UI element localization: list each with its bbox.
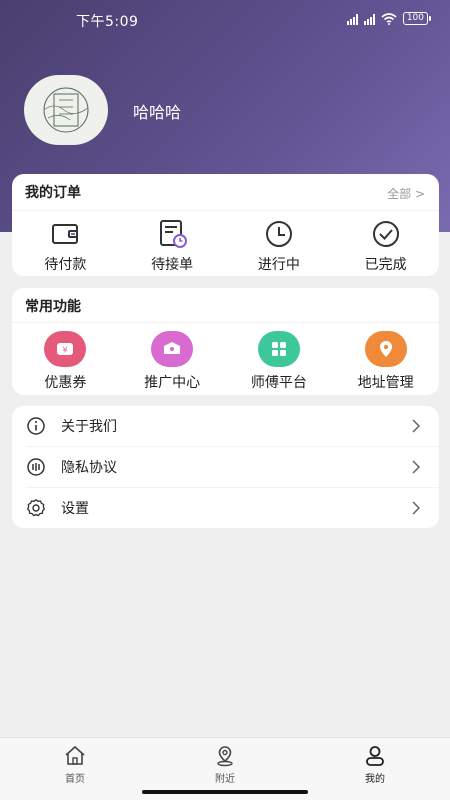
settings-list-card: 关于我们 隐私协议 设置 [12, 406, 439, 528]
order-status-label: 待接单 [151, 257, 194, 273]
wifi-icon [381, 12, 397, 25]
user-icon [366, 746, 384, 766]
order-status-label: 已完成 [364, 257, 407, 273]
order-status-label: 进行中 [257, 257, 300, 273]
function-label: 推广中心 [144, 375, 201, 391]
function-coupons[interactable]: ¥ 优惠券 [12, 331, 119, 392]
function-master-platform[interactable]: 师傅平台 [226, 331, 333, 392]
tab-label: 附近 [215, 774, 235, 785]
common-functions-card: 常用功能 ¥ 优惠券 推广中心 师傅平台 地址管理 [12, 288, 439, 395]
tab-label: 首页 [65, 774, 85, 785]
order-status-row: 待付款 待接单 进行中 已完成 [12, 218, 439, 274]
grid-icon [257, 331, 300, 367]
avatar-logo-icon [43, 87, 89, 133]
battery-indicator: 100 [402, 12, 432, 25]
settings-label: 设置 [61, 501, 89, 517]
home-indicator[interactable] [142, 790, 308, 794]
order-status-completed[interactable]: 已完成 [332, 218, 439, 274]
order-status-pending-payment[interactable]: 待付款 [12, 218, 119, 274]
home-icon [65, 745, 85, 765]
order-status-label: 待付款 [44, 257, 87, 273]
divider [12, 322, 439, 323]
about-us-item[interactable]: 关于我们 [12, 406, 439, 446]
info-icon [27, 417, 45, 435]
username: 哈哈哈 [133, 103, 182, 122]
svg-text:¥: ¥ [63, 346, 68, 355]
function-promotion-center[interactable]: 推广中心 [119, 331, 226, 392]
function-label: 师傅平台 [250, 375, 307, 391]
coupon-icon: ¥ [44, 331, 87, 367]
tab-home[interactable]: 首页 [45, 744, 105, 785]
wallet-icon [52, 224, 79, 244]
functions-title: 常用功能 [25, 299, 81, 315]
promotion-icon [151, 331, 194, 367]
chevron-right-icon [412, 460, 421, 474]
order-status-awaiting-acceptance[interactable]: 待接单 [119, 218, 226, 274]
privacy-icon [27, 458, 45, 476]
functions-row: ¥ 优惠券 推广中心 师傅平台 地址管理 [12, 331, 439, 392]
map-pin-icon [217, 746, 233, 767]
settings-item[interactable]: 设置 [12, 488, 439, 528]
about-us-label: 关于我们 [61, 419, 117, 435]
privacy-policy-label: 隐私协议 [61, 460, 117, 476]
function-address-management[interactable]: 地址管理 [332, 331, 439, 392]
clock-icon [265, 221, 292, 247]
location-pin-icon [364, 331, 407, 367]
cell-signal-icon [346, 13, 358, 25]
divider [12, 210, 439, 211]
function-label: 优惠券 [44, 375, 87, 391]
status-bar: 下午5:09 100 [0, 0, 450, 40]
tab-mine[interactable]: 我的 [345, 744, 405, 785]
chevron-right-icon [412, 419, 421, 433]
order-clock-icon [160, 220, 188, 248]
orders-title: 我的订单 [25, 185, 81, 201]
tab-nearby[interactable]: 附近 [195, 744, 255, 785]
gear-icon [26, 499, 46, 517]
status-icons: 100 [346, 12, 432, 25]
view-all-orders-link[interactable]: 全部 > [387, 185, 425, 202]
orders-card: 我的订单 全部 > 待付款 待接单 进行中 已完成 [12, 174, 439, 276]
check-circle-icon [372, 221, 399, 247]
avatar[interactable] [24, 75, 108, 145]
order-status-in-progress[interactable]: 进行中 [226, 218, 333, 274]
status-time: 下午5:09 [76, 14, 139, 30]
chevron-right-icon [412, 501, 421, 515]
function-label: 地址管理 [357, 375, 414, 391]
privacy-policy-item[interactable]: 隐私协议 [12, 447, 439, 487]
tab-label: 我的 [365, 774, 385, 785]
cell-signal-icon [363, 13, 375, 25]
